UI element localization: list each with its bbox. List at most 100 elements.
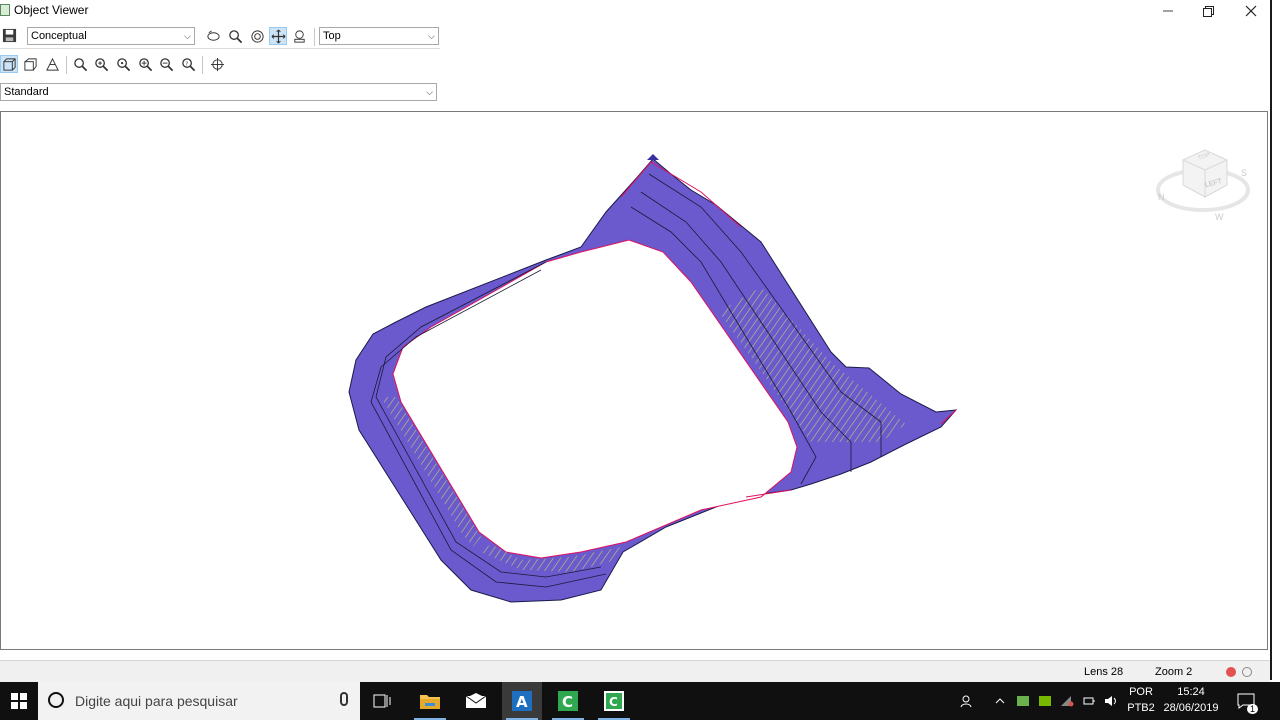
- window-edge: [1270, 0, 1280, 680]
- svg-text:?: ?: [185, 61, 188, 67]
- wireframe-icon: [45, 57, 59, 71]
- viewcube[interactable]: LEFT TOP N S W: [1153, 140, 1253, 230]
- pan-button[interactable]: [269, 27, 287, 45]
- window-title: Object Viewer: [14, 3, 89, 17]
- tray-power-button[interactable]: [1080, 682, 1098, 720]
- app-icon: [0, 4, 10, 16]
- visual-style-select[interactable]: Conceptual ⌵: [27, 27, 195, 45]
- search-box[interactable]: Digite aqui para pesquisar: [38, 682, 360, 720]
- record-indicator[interactable]: [1226, 667, 1236, 677]
- zoom-out-icon: [159, 57, 173, 71]
- microphone-icon[interactable]: [340, 692, 348, 706]
- taskbar-file-explorer[interactable]: [410, 682, 450, 720]
- speaker-icon: [1105, 696, 1116, 706]
- status-indicator[interactable]: [1242, 667, 1252, 677]
- lens-readout: Lens 28: [1084, 666, 1124, 678]
- zoom-in-icon: [138, 57, 152, 71]
- apex-marker: [647, 154, 659, 160]
- zoom-window-button[interactable]: [92, 55, 110, 73]
- minimize-button[interactable]: [1150, 0, 1186, 22]
- center-button[interactable]: [208, 55, 226, 73]
- orbit-free-button[interactable]: [248, 27, 266, 45]
- surface-model[interactable]: [1, 112, 1268, 650]
- close-button[interactable]: [1233, 0, 1269, 22]
- power-plug-icon: [1083, 697, 1095, 705]
- walk-button[interactable]: [290, 27, 308, 45]
- zoom-center-icon: [116, 57, 130, 71]
- battery-tray-icon: [1017, 696, 1029, 706]
- clock-time[interactable]: 15:24: [1160, 686, 1222, 698]
- notification-count: 1: [1246, 704, 1258, 714]
- zoom-button[interactable]: [226, 27, 244, 45]
- toolbar-divider: [0, 48, 440, 49]
- people-icon: [960, 695, 972, 708]
- view-direction-select[interactable]: Top ⌵: [319, 27, 439, 45]
- svg-text:A: A: [516, 693, 528, 711]
- restore-icon: [1202, 5, 1214, 17]
- tray-app-2[interactable]: [1036, 682, 1054, 720]
- zoom-readout: Zoom 2: [1155, 666, 1193, 678]
- close-icon: [1245, 5, 1257, 17]
- zoom-extents-icon: ?: [181, 57, 195, 71]
- taskbar-mail[interactable]: [456, 682, 496, 720]
- action-center-button[interactable]: 1: [1232, 682, 1260, 720]
- task-view-icon: [373, 694, 391, 708]
- zoom-center-button[interactable]: [114, 55, 132, 73]
- start-button[interactable]: [0, 682, 38, 720]
- camera-icon: [293, 29, 305, 43]
- mail-icon: [465, 693, 487, 708]
- zoom-window-icon: [94, 57, 108, 71]
- chevron-down-icon: ⌵: [428, 31, 435, 41]
- tray-app-3[interactable]: [1058, 682, 1076, 720]
- nvidia-icon: [1039, 696, 1051, 706]
- save-icon: [2, 28, 16, 42]
- camtasia-icon: C: [558, 691, 578, 711]
- chevron-down-icon: ⌵: [184, 31, 191, 41]
- tray-overflow-button[interactable]: [992, 682, 1008, 720]
- orbit-sphere-icon: [250, 29, 264, 43]
- tray-app-1[interactable]: [1014, 682, 1032, 720]
- zoom-extents-button[interactable]: ?: [179, 55, 197, 73]
- toolbar-separator: [66, 56, 67, 74]
- language-indicator[interactable]: POR: [1126, 686, 1156, 698]
- magnifier-icon: [228, 29, 242, 43]
- zoom-realtime-button[interactable]: [71, 55, 89, 73]
- tray-volume-button[interactable]: [1102, 682, 1120, 720]
- svg-text:C: C: [609, 695, 618, 709]
- orbit-icon: [206, 29, 220, 41]
- crosshair-icon: [210, 57, 224, 71]
- taskbar-camtasia-2[interactable]: C: [594, 682, 634, 720]
- autocad-icon: A: [512, 691, 532, 711]
- wireframe-button[interactable]: [43, 55, 61, 73]
- compass-w: W: [1215, 212, 1224, 222]
- perspective-button[interactable]: [21, 55, 39, 73]
- status-bar: Lens 28 Zoom 2: [0, 660, 1270, 683]
- pan-icon: [271, 29, 285, 43]
- taskbar-camtasia-1[interactable]: C: [548, 682, 588, 720]
- task-view-button[interactable]: [364, 682, 400, 720]
- zoom-out-button[interactable]: [157, 55, 175, 73]
- people-button[interactable]: [956, 682, 978, 720]
- orbit-button[interactable]: [204, 27, 222, 45]
- restore-button[interactable]: [1190, 0, 1226, 22]
- view-style-value: Standard: [4, 86, 49, 98]
- toolbar-separator: [202, 56, 203, 74]
- windows-logo-icon: [11, 693, 27, 709]
- clock-date[interactable]: 28/06/2019: [1160, 702, 1222, 714]
- keyboard-indicator[interactable]: PTB2: [1126, 702, 1156, 714]
- cortana-icon: [48, 692, 64, 708]
- cube-icon: [2, 57, 16, 71]
- zoom-in-button[interactable]: [136, 55, 154, 73]
- chevron-down-icon: ⌵: [426, 87, 433, 97]
- cube-view-button[interactable]: [0, 55, 18, 73]
- compass-s: S: [1241, 168, 1248, 178]
- camtasia-recorder-icon: C: [604, 691, 624, 711]
- visual-style-value: Conceptual: [31, 30, 87, 42]
- toolbar-separator: [314, 28, 315, 46]
- taskbar-autocad[interactable]: A: [502, 682, 542, 720]
- viewport-3d[interactable]: LEFT TOP N S W: [0, 111, 1268, 650]
- view-style-select[interactable]: Standard ⌵: [0, 83, 437, 101]
- network-warning-icon: [1061, 696, 1074, 707]
- title-bar: Object Viewer: [0, 0, 1270, 22]
- save-button[interactable]: [0, 26, 18, 44]
